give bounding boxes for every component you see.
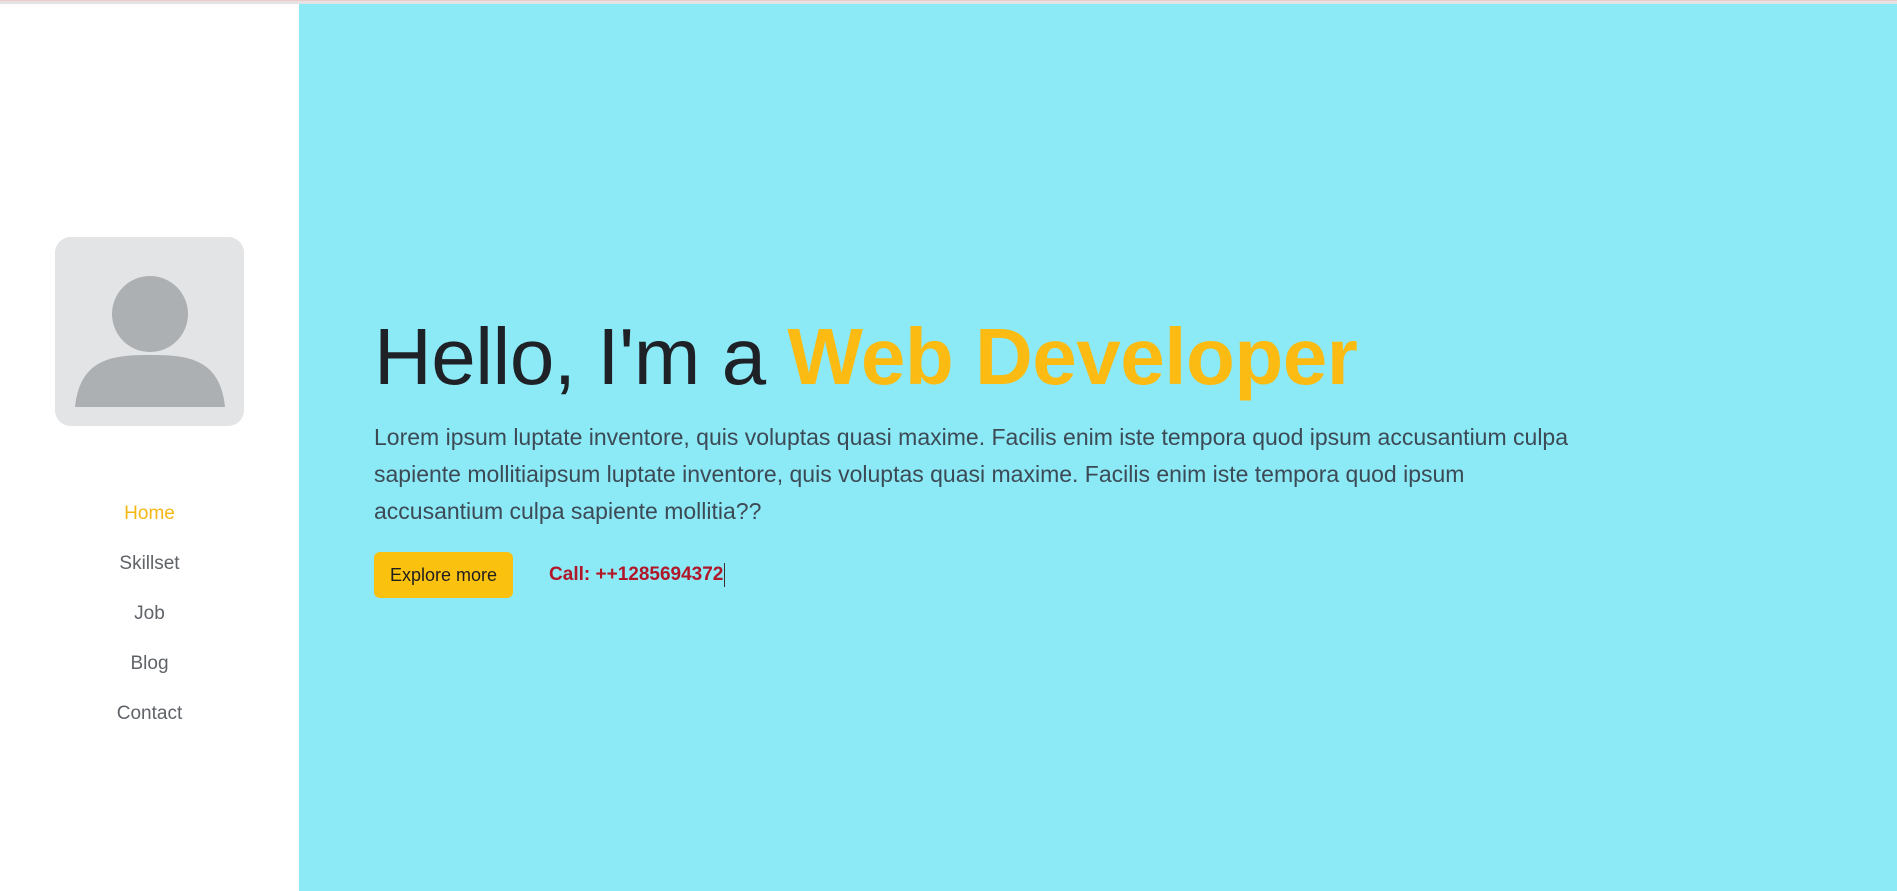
sidebar-nav: Home Skillset Job Blog Contact <box>0 489 299 739</box>
nav-item-blog[interactable]: Blog <box>0 639 299 689</box>
hero-lead: Lorem ipsum luptate inventore, quis volu… <box>374 424 1569 524</box>
hero-actions: Explore more Call: ++1285694372 <box>374 552 1574 598</box>
headline-prefix: Hello, I'm a <box>374 312 788 401</box>
hero-headline: Hello, I'm a Web Developer <box>374 309 1574 405</box>
hero-section: Hello, I'm a Web Developer Lorem ipsum l… <box>299 4 1897 891</box>
avatar <box>55 237 244 426</box>
explore-more-button[interactable]: Explore more <box>374 552 514 598</box>
hero-content: Hello, I'm a Web Developer Lorem ipsum l… <box>374 309 1574 598</box>
user-placeholder-icon <box>55 237 244 426</box>
nav-item-job[interactable]: Job <box>0 589 299 639</box>
sidebar: Home Skillset Job Blog Contact <box>0 4 299 891</box>
nav-item-home[interactable]: Home <box>0 489 299 539</box>
nav-item-skillset[interactable]: Skillset <box>0 539 299 589</box>
headline-accent: Web Developer <box>787 312 1358 401</box>
call-text[interactable]: Call: ++1285694372 <box>549 563 726 587</box>
nav-item-contact[interactable]: Contact <box>0 689 299 739</box>
